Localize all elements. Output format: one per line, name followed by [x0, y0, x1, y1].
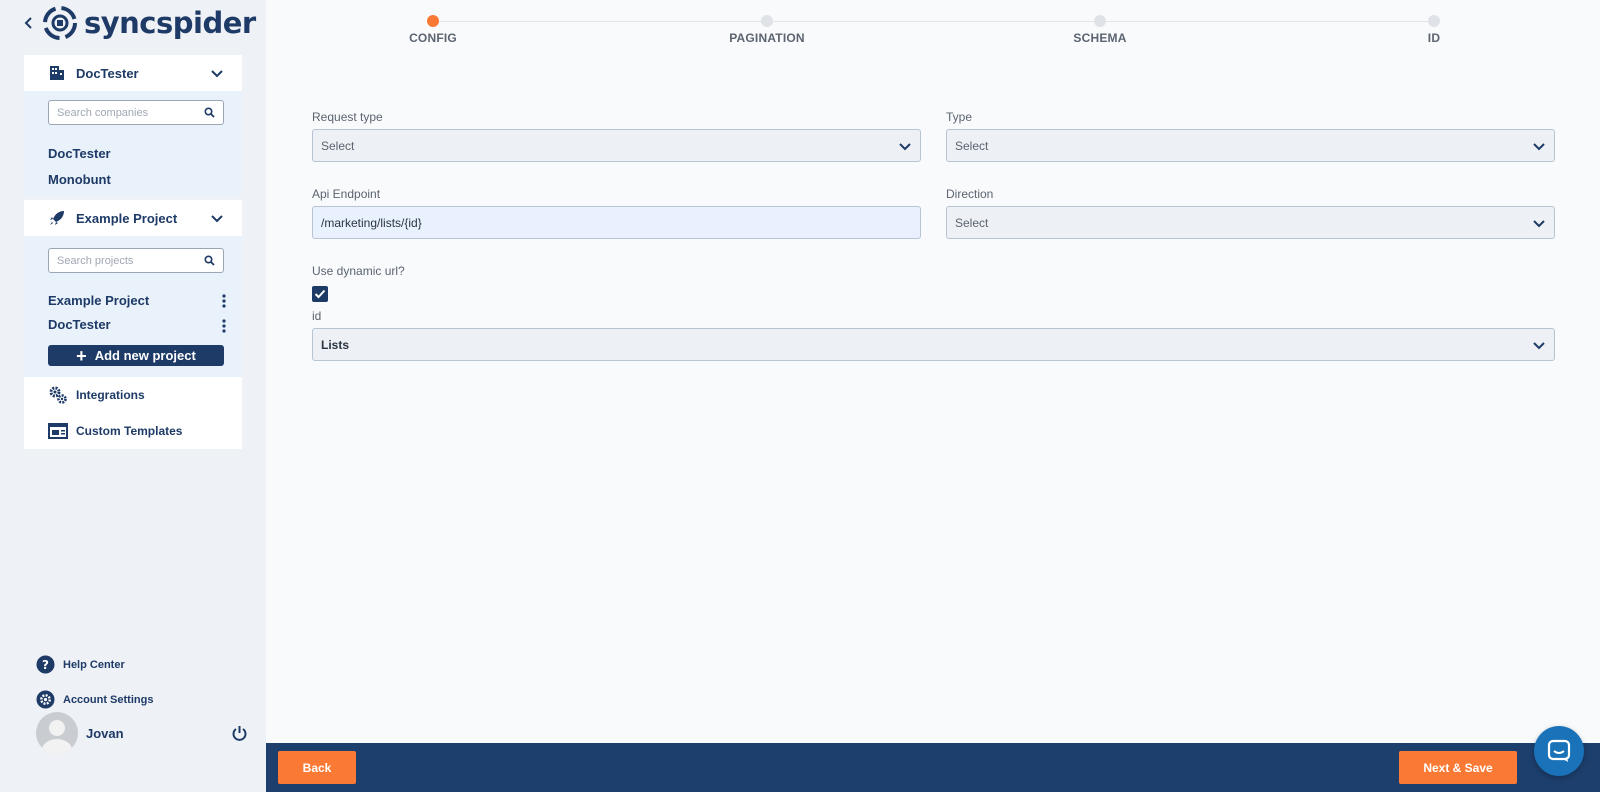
chevron-down-icon — [1533, 219, 1545, 227]
nav-integrations-label: Integrations — [76, 388, 145, 402]
type-select[interactable]: Select — [946, 129, 1555, 162]
direction-label: Direction — [946, 187, 994, 201]
chevron-down-icon — [1533, 142, 1545, 150]
nav-custom-templates-label: Custom Templates — [76, 424, 183, 438]
chevron-down-icon — [211, 215, 223, 223]
step-label: ID — [1427, 31, 1441, 45]
stepper-track — [433, 21, 1435, 22]
company-selector[interactable]: DocTester — [24, 55, 242, 91]
user-row: Jovan — [36, 712, 248, 754]
add-new-project-label: Add new project — [94, 348, 196, 363]
plus-icon: + — [76, 345, 87, 366]
rocket-icon — [50, 211, 64, 225]
nav-custom-templates[interactable]: Custom Templates — [24, 413, 242, 449]
project-selector[interactable]: Example Project — [24, 200, 242, 236]
gears-icon — [49, 386, 67, 404]
type-label: Type — [946, 110, 973, 124]
company-search-input[interactable] — [57, 106, 204, 119]
id-select[interactable]: Lists — [312, 328, 1555, 361]
step-pagination[interactable]: PAGINATION — [687, 15, 847, 45]
logo-text: syncspider — [84, 6, 256, 40]
company-item[interactable]: Monobunt — [48, 172, 111, 187]
search-icon — [204, 255, 215, 266]
next-save-button[interactable]: Next & Save — [1399, 751, 1517, 784]
power-icon[interactable] — [231, 725, 248, 742]
type-value: Select — [955, 138, 989, 153]
project-panel: Example Project DocTester + Add new proj… — [24, 236, 242, 377]
dynamic-url-checkbox[interactable] — [312, 286, 328, 302]
building-icon — [50, 66, 64, 80]
step-schema[interactable]: SCHEMA — [1020, 15, 1180, 45]
syncspider-logo-icon — [43, 6, 77, 40]
sidebar: syncspider DocTester DocTester Monobunt — [0, 0, 266, 792]
step-dot — [1094, 15, 1106, 27]
help-icon: ? — [36, 655, 55, 674]
chat-icon — [1547, 739, 1571, 762]
request-type-select[interactable]: Select — [312, 129, 921, 162]
project-selector-label: Example Project — [76, 210, 178, 226]
more-options-icon[interactable] — [222, 319, 226, 333]
step-dot — [1428, 15, 1440, 27]
chevron-down-icon — [211, 70, 223, 78]
chevron-down-icon — [1533, 341, 1545, 349]
step-label: CONFIG — [409, 31, 457, 45]
logo[interactable]: syncspider — [42, 5, 256, 41]
company-search[interactable] — [48, 100, 224, 125]
add-new-project-button[interactable]: + Add new project — [48, 345, 224, 366]
id-value: Lists — [321, 337, 350, 352]
account-settings-link[interactable]: Account Settings — [36, 690, 153, 709]
nav-integrations[interactable]: Integrations — [24, 377, 242, 413]
svg-text:?: ? — [42, 658, 49, 672]
project-item[interactable]: DocTester — [48, 317, 111, 332]
checkmark-icon — [314, 289, 326, 299]
help-center-link[interactable]: ? Help Center — [36, 655, 125, 674]
step-dot — [761, 15, 773, 27]
step-id[interactable]: ID — [1354, 15, 1514, 45]
more-options-icon[interactable] — [222, 294, 226, 308]
back-chevron-icon[interactable] — [22, 16, 36, 30]
step-config[interactable]: CONFIG — [353, 15, 513, 45]
company-selector-label: DocTester — [76, 65, 139, 81]
chat-button[interactable] — [1534, 726, 1584, 776]
chevron-down-icon — [899, 142, 911, 150]
step-dot — [427, 15, 439, 27]
account-settings-label: Account Settings — [63, 693, 154, 706]
user-avatar-icon — [42, 720, 72, 754]
request-type-value: Select — [321, 138, 355, 153]
direction-value: Select — [955, 215, 989, 230]
dynamic-url-label: Use dynamic url? — [312, 264, 405, 278]
step-label: SCHEMA — [1073, 31, 1127, 45]
search-icon — [204, 107, 215, 118]
project-search[interactable] — [48, 248, 224, 273]
company-panel: DocTester Monobunt — [24, 91, 242, 196]
id-label: id — [312, 309, 322, 323]
project-item[interactable]: Example Project — [48, 293, 149, 308]
step-label: PAGINATION — [729, 31, 805, 45]
api-endpoint-input[interactable] — [312, 206, 921, 239]
request-type-label: Request type — [312, 110, 383, 124]
back-button[interactable]: Back — [278, 751, 356, 784]
direction-select[interactable]: Select — [946, 206, 1555, 239]
template-icon — [48, 423, 68, 439]
help-center-label: Help Center — [63, 658, 125, 671]
api-endpoint-label: Api Endpoint — [312, 187, 381, 201]
gear-icon — [36, 690, 55, 709]
avatar[interactable] — [36, 712, 78, 754]
user-name: Jovan — [86, 725, 124, 741]
project-search-input[interactable] — [57, 254, 204, 267]
company-item[interactable]: DocTester — [48, 146, 111, 161]
